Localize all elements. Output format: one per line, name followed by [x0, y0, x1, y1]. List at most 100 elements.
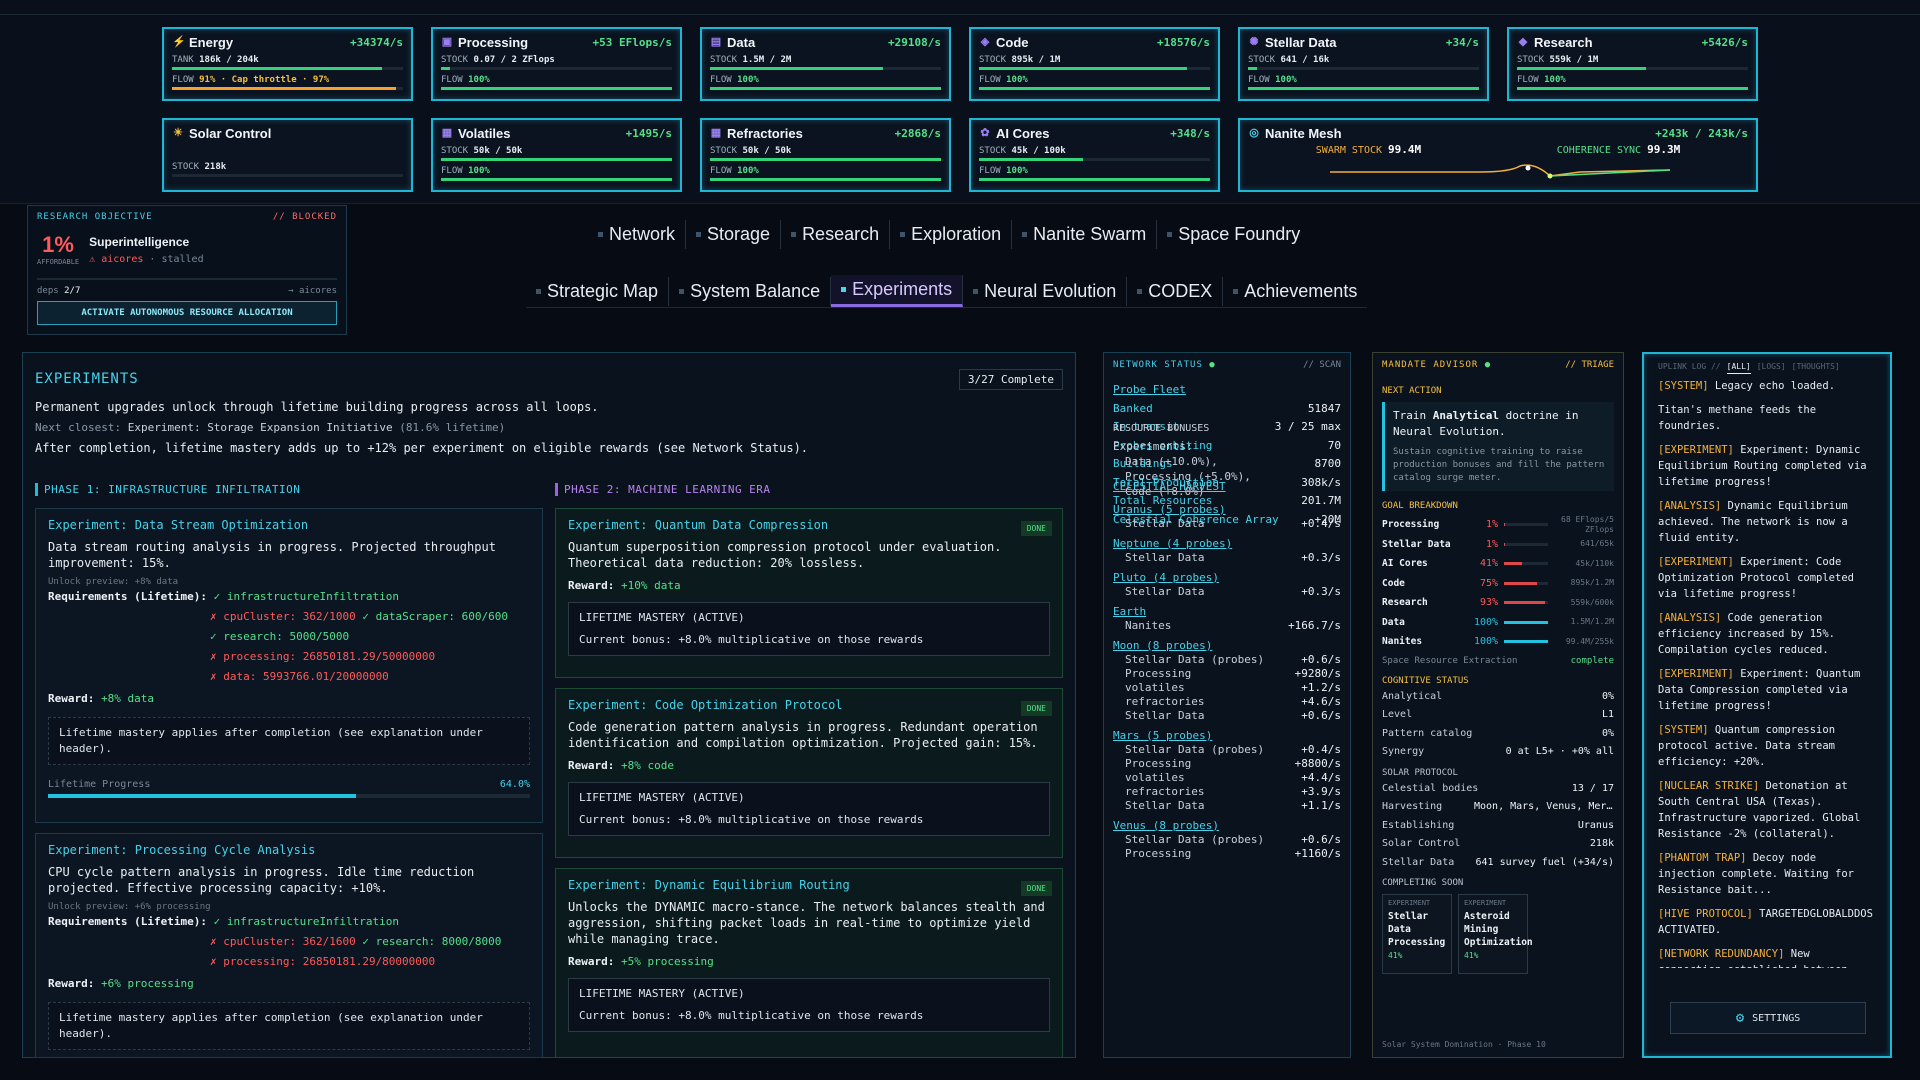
tab-experiments[interactable]: Experiments	[831, 275, 964, 307]
line2-label: FLOW	[979, 166, 1001, 176]
research-icon: ◆	[1518, 36, 1528, 48]
mandate-advisor-panel: MANDATE ADVISOR ●// TRIAGE NEXT ACTION T…	[1372, 352, 1624, 1058]
tab-network[interactable]: Network	[588, 220, 687, 249]
phase-1-header: PHASE 1: INFRASTRUCTURE INFILTRATION	[35, 483, 300, 496]
probe-fleet-link[interactable]: Probe Fleet	[1113, 381, 1341, 400]
resource-card-data[interactable]: ▤ Data +29108/s STOCK 1.5M / 2M FLOW 100%	[700, 27, 951, 101]
flow-bar	[1517, 87, 1748, 90]
tab-codex[interactable]: CODEX	[1127, 276, 1224, 306]
cog-row-level: Level L1	[1382, 706, 1614, 725]
line1-label: STOCK	[710, 146, 738, 156]
resource-card-research[interactable]: ◆ Research +5426/s STOCK 559k / 1M FLOW 10…	[1507, 27, 1758, 101]
tab-strategic-map[interactable]: Strategic Map	[526, 276, 670, 306]
body-moon-8-probes[interactable]: Moon (8 probes)	[1113, 639, 1341, 653]
uplink-tab-logs[interactable]: [LOGS]	[1757, 360, 1786, 374]
body-venus-8-probes[interactable]: Venus (8 probes)	[1113, 819, 1341, 833]
card-title: Energy	[189, 34, 234, 50]
req-2: ✗ cpuCluster: 362/1000	[210, 610, 356, 623]
experiment-card-quantum-data-compression[interactable]: Experiment: Quantum Data Compression DON…	[555, 508, 1063, 678]
soon-card-stellar-data-processing[interactable]: EXPERIMENT Stellar Data Processing 41%	[1382, 894, 1452, 974]
line1-value: 50k / 50k	[473, 146, 523, 156]
resource-card-refractories[interactable]: ▦ Refractories +2868/s STOCK 50k / 50k FLO…	[700, 118, 951, 192]
activate-allocation-button[interactable]: ACTIVATE AUTONOMOUS RESOURCE ALLOCATION	[37, 301, 337, 325]
coherence-sync-label: COHERENCE SYNC	[1556, 145, 1642, 156]
flow-bar	[979, 87, 1210, 90]
row-value: L1	[1601, 709, 1614, 720]
progress-value: 64.0%	[499, 779, 530, 790]
tab-research[interactable]: Research	[781, 220, 891, 249]
tab-system-balance[interactable]: System Balance	[669, 276, 832, 306]
line2-label: FLOW	[441, 75, 463, 85]
resource-card-ai-cores[interactable]: ✿ AI Cores +348/s STOCK 45k / 100k FLOW 10…	[969, 118, 1220, 192]
flow-bar	[172, 87, 403, 90]
energy-icon: ⚡	[172, 36, 186, 48]
objective-stalled: · stalled	[149, 254, 204, 265]
resource-card-stellar-data[interactable]: ✺ Stellar Data +34/s STOCK 641 / 16k FLOW …	[1238, 27, 1489, 101]
action-doctrine: Analytical	[1432, 409, 1499, 422]
cog-row-pattern-catalog: Pattern catalog 0%	[1382, 725, 1614, 744]
stock-bar	[1517, 67, 1748, 70]
resource-card-solar-control[interactable]: ☀ Solar Control STOCK 218k	[162, 118, 413, 192]
line1-value: 0.07 / 2 ZFlops	[473, 55, 555, 65]
row-label: Stellar Data (probes)	[1125, 832, 1265, 846]
stellar-data-icon: ✺	[1249, 36, 1259, 48]
experiment-card-processing-cycle[interactable]: Experiment: Processing Cycle Analysis CP…	[35, 833, 543, 1058]
goal-bar	[1504, 581, 1548, 585]
progress-bar	[48, 794, 530, 798]
soon-pct: 41%	[1388, 951, 1403, 960]
mastery-bonus: Current bonus: +8.0% multiplicative on t…	[579, 813, 924, 826]
body-row: refractories +4.6/s	[1113, 695, 1341, 709]
objective-afford: AFFORDABLE	[37, 258, 80, 266]
row-label: Stellar Data	[1125, 550, 1205, 564]
log-tag: [NUCLEAR STRIKE]	[1658, 780, 1760, 792]
resource-card-processing[interactable]: ▣ Processing +53 EFlops/s STOCK 0.07 / 2 Z…	[431, 27, 682, 101]
row-value: 70	[1327, 438, 1341, 452]
tab-nanite-swarm[interactable]: Nanite Swarm	[1012, 220, 1158, 249]
row-value: 13 / 17	[1571, 782, 1614, 794]
body-earth[interactable]: Earth	[1113, 605, 1341, 619]
uplink-tab-all[interactable]: [ALL]	[1726, 360, 1751, 374]
log-tag: [EXPERIMENT]	[1658, 556, 1734, 568]
row-value: 8700	[1314, 457, 1342, 470]
phase-2-header: PHASE 2: MACHINE LEARNING ERA	[555, 483, 771, 496]
experiment-card-data-stream[interactable]: Experiment: Data Stream Optimization Dat…	[35, 508, 543, 823]
network-title: NETWORK STATUS	[1113, 360, 1203, 370]
reward-value: +8% data	[100, 692, 154, 705]
resource-card-volatiles[interactable]: ▦ Volatiles +1495/s STOCK 50k / 50k FLOW 1…	[431, 118, 682, 192]
line2-label: FLOW	[1248, 75, 1270, 85]
uplink-tab-thoughts[interactable]: [THOUGHTS]	[1792, 360, 1840, 374]
goal-label: Code	[1382, 577, 1405, 589]
line1-label: STOCK	[979, 146, 1007, 156]
tab-neural-evolution[interactable]: Neural Evolution	[963, 276, 1128, 306]
resource-card-code[interactable]: ◈ Code +18576/s STOCK 895k / 1M FLOW 100%	[969, 27, 1220, 101]
resource-card-nanite-mesh[interactable]: ◎ Nanite Mesh +243k / 243k/s SWARM STOCK …	[1238, 118, 1758, 192]
row-label: Stellar Data	[1125, 516, 1205, 530]
tab-dot	[679, 288, 685, 294]
reward-label: Reward:	[48, 977, 95, 990]
body-neptune-4-probes[interactable]: Neptune (4 probes)	[1113, 537, 1341, 551]
experiment-card-code-optimization-protocol[interactable]: Experiment: Code Optimization Protocol D…	[555, 688, 1063, 858]
scan-link[interactable]: // SCAN	[1303, 357, 1341, 373]
tab-space-foundry[interactable]: Space Foundry	[1157, 220, 1310, 249]
tab-storage[interactable]: Storage	[686, 220, 782, 249]
body-pluto-4-probes[interactable]: Pluto (4 probes)	[1113, 571, 1341, 585]
triage-link[interactable]: // TRIAGE	[1565, 357, 1614, 373]
row-value: 641 survey fuel (+34/s)	[1475, 856, 1614, 868]
settings-button[interactable]: ⚙ SETTINGS	[1670, 1002, 1866, 1034]
experiment-card-dynamic-equilibrium-routing[interactable]: Experiment: Dynamic Equilibrium Routing …	[555, 868, 1063, 1058]
tab-dot	[791, 232, 797, 237]
goal-stellar-data: Stellar Data 1% 641/65k	[1382, 535, 1614, 555]
resource-card-energy[interactable]: ⚡ Energy +34374/s TANK 186k / 204k FLOW 91…	[162, 27, 413, 101]
body-mars-5-probes[interactable]: Mars (5 probes)	[1113, 729, 1341, 743]
line1-label: STOCK	[710, 55, 738, 65]
soon-card-asteroid-mining-optimization[interactable]: EXPERIMENT Asteroid Mining Optimization 41…	[1458, 894, 1533, 974]
mastery-note: Lifetime mastery applies after completio…	[48, 1002, 530, 1050]
flow-bar	[1248, 87, 1479, 90]
tab-achievements[interactable]: Achievements	[1223, 277, 1367, 306]
tab-exploration[interactable]: Exploration	[890, 220, 1013, 249]
experiment-title: Experiment: Code Optimization Protocol	[568, 698, 843, 712]
next-action-box[interactable]: Train Analytical doctrine in Neural Evol…	[1382, 402, 1614, 491]
log-tag: [SYSTEM]	[1658, 724, 1709, 736]
line1-label: STOCK	[172, 162, 200, 172]
line1-label: STOCK	[979, 55, 1007, 65]
